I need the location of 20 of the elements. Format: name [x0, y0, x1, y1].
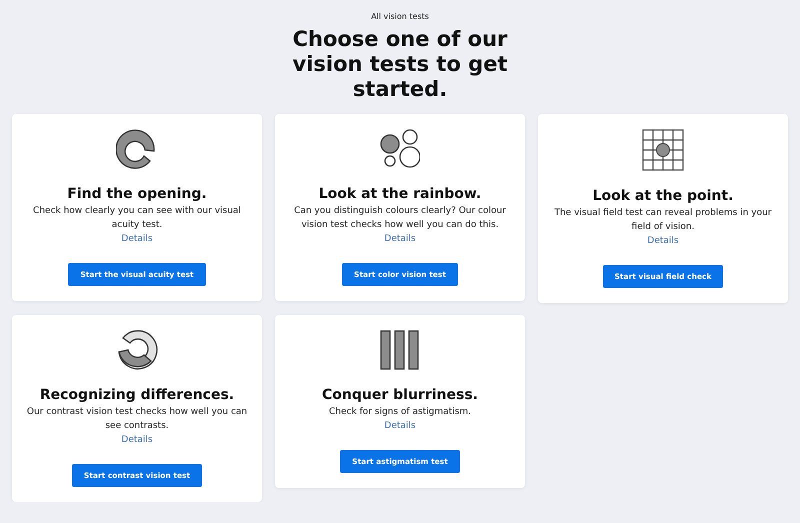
card-description: Our contrast vision test checks how well you can see contrasts.: [26, 406, 248, 433]
card-description: Check how clearly you can see with our visual acuity test.: [32, 205, 242, 232]
card-title: Conquer blurriness.: [322, 387, 478, 403]
details-link[interactable]: Details: [384, 419, 416, 433]
breadcrumb: All vision tests: [371, 12, 429, 21]
card-title: Look at the point.: [592, 188, 734, 204]
card-title: Find the opening.: [67, 186, 207, 202]
details-link[interactable]: Details: [647, 234, 679, 248]
details-link[interactable]: Details: [384, 232, 416, 246]
details-link[interactable]: Details: [121, 232, 153, 246]
card-title: Look at the rainbow.: [318, 186, 482, 202]
circles-icon: [380, 129, 420, 169]
bars-icon: [380, 330, 420, 370]
card-description: Check for signs of astigmatism.: [328, 406, 472, 419]
contrast-ring-icon: [116, 330, 158, 370]
details-link[interactable]: Details: [121, 433, 153, 447]
card-title: Recognizing differences.: [40, 387, 234, 403]
card-description: The visual field test can reveal problems in your field of vision.: [553, 207, 773, 234]
page-heading: Choose one of our vision tests to get started.: [292, 27, 508, 102]
card-description: Can you distinguish colours clearly? Our colour vision test checks how well you can do this.: [293, 205, 507, 232]
